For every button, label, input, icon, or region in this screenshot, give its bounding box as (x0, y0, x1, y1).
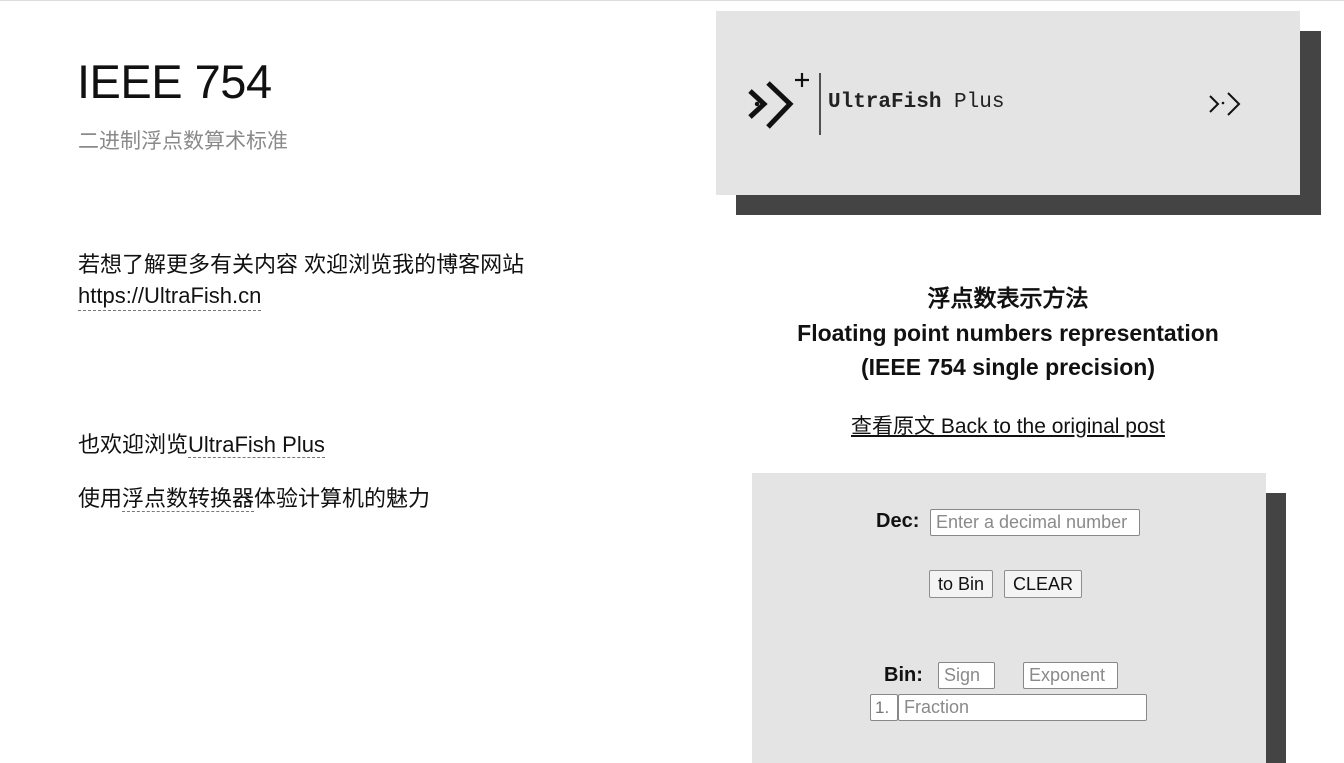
top-divider (0, 0, 1344, 1)
plus-invite-text: 也欢迎浏览 (78, 432, 189, 457)
fraction-input[interactable] (898, 694, 1147, 721)
logo-wordmark: UltraFish Plus (828, 91, 1004, 114)
logo-wordmark-bold: UltraFish (828, 91, 942, 114)
double-chevron-right-icon[interactable] (1208, 89, 1248, 119)
sign-input[interactable] (938, 662, 995, 689)
exponent-input[interactable] (1023, 662, 1118, 689)
to-bin-button[interactable]: to Bin (929, 570, 994, 598)
float-converter-link[interactable]: 浮点数转换器 (122, 486, 255, 512)
ultrafish-plus-link[interactable]: UltraFish Plus (188, 432, 325, 458)
plus-invite-line: 也欢迎浏览UltraFish Plus (78, 427, 325, 459)
representation-heading: 浮点数表示方法 Floating point numbers represent… (716, 281, 1300, 385)
logo-card[interactable]: UltraFish Plus (716, 11, 1300, 195)
blog-link[interactable]: https://UltraFish.cn (78, 282, 262, 311)
original-post-container: 查看原文 Back to the original post (716, 410, 1300, 440)
dec-input[interactable] (930, 509, 1140, 536)
ultrafish-logo-icon (748, 73, 821, 135)
converter-invite-suffix: 体验计算机的魅力 (254, 486, 431, 511)
blog-invite-text: 若想了解更多有关内容 欢迎浏览我的博客网站 (78, 252, 525, 277)
converter-card: Dec: to Bin CLEAR Bin: 1. (752, 473, 1266, 763)
logo-wordmark-plain: Plus (941, 91, 1005, 114)
heading-precision: (IEEE 754 single precision) (861, 354, 1155, 380)
original-post-link[interactable]: 查看原文 Back to the original post (851, 415, 1165, 438)
dec-label: Dec: (876, 510, 920, 532)
clear-button[interactable]: CLEAR (1004, 570, 1083, 598)
heading-chinese: 浮点数表示方法 (927, 285, 1089, 311)
bin-label: Bin: (884, 664, 923, 686)
page-subtitle: 二进制浮点数算术标准 (78, 130, 288, 153)
page-title: IEEE 754 (77, 55, 272, 108)
heading-english: Floating point numbers representation (797, 319, 1219, 346)
fraction-prefix: 1. (870, 694, 898, 721)
converter-invite-line: 使用浮点数转换器体验计算机的魅力 (78, 481, 430, 513)
converter-invite-prefix: 使用 (78, 486, 123, 511)
